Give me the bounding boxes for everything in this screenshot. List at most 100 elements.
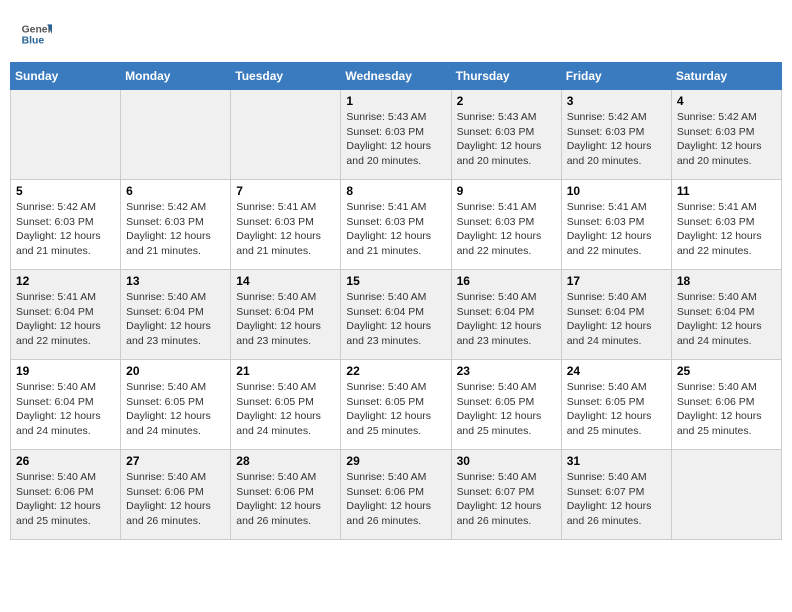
calendar-cell: 28 Sunrise: 5:40 AMSunset: 6:06 PMDayligh…: [231, 450, 341, 540]
day-number: 27: [126, 454, 225, 468]
column-header-sunday: Sunday: [11, 63, 121, 90]
day-number: 15: [346, 274, 445, 288]
calendar-cell: 14 Sunrise: 5:40 AMSunset: 6:04 PMDayligh…: [231, 270, 341, 360]
logo: General Blue: [20, 18, 56, 50]
calendar-cell: 30Sunrise: 5:40 AMSunset: 6:07 PMDayligh…: [451, 450, 561, 540]
calendar-cell: 23Sunrise: 5:40 AMSunset: 6:05 PMDayligh…: [451, 360, 561, 450]
column-header-monday: Monday: [121, 63, 231, 90]
day-info: Sunrise: 5:40 AMSunset: 6:05 PMDaylight:…: [126, 380, 225, 439]
day-info: Sunrise: 5:40 AMSunset: 6:07 PMDaylight:…: [567, 470, 666, 529]
calendar-cell: 13 Sunrise: 5:40 AMSunset: 6:04 PMDayligh…: [121, 270, 231, 360]
calendar-cell: 5 Sunrise: 5:42 AMSunset: 6:03 PMDaylight…: [11, 180, 121, 270]
calendar-cell: 20 Sunrise: 5:40 AMSunset: 6:05 PMDayligh…: [121, 360, 231, 450]
day-info: Sunrise: 5:40 AMSunset: 6:06 PMDaylight:…: [236, 470, 335, 529]
day-info: Sunrise: 5:41 AMSunset: 6:03 PMDaylight:…: [236, 200, 335, 259]
calendar-cell: 2Sunrise: 5:43 AMSunset: 6:03 PMDaylight…: [451, 90, 561, 180]
calendar-cell: [671, 450, 781, 540]
day-number: 22: [346, 364, 445, 378]
day-info: Sunrise: 5:40 AMSunset: 6:04 PMDaylight:…: [457, 290, 556, 349]
calendar-cell: 21 Sunrise: 5:40 AMSunset: 6:05 PMDayligh…: [231, 360, 341, 450]
calendar-cell: 7 Sunrise: 5:41 AMSunset: 6:03 PMDaylight…: [231, 180, 341, 270]
day-number: 1: [346, 94, 445, 108]
calendar-cell: 4 Sunrise: 5:42 AMSunset: 6:03 PMDaylight…: [671, 90, 781, 180]
day-number: 9: [457, 184, 556, 198]
day-info: Sunrise: 5:40 AMSunset: 6:06 PMDaylight:…: [346, 470, 445, 529]
calendar-cell: 3 Sunrise: 5:42 AMSunset: 6:03 PMDaylight…: [561, 90, 671, 180]
day-number: 7: [236, 184, 335, 198]
calendar-cell: 25 Sunrise: 5:40 AMSunset: 6:06 PMDayligh…: [671, 360, 781, 450]
day-number: 19: [16, 364, 115, 378]
calendar-cell: 29Sunrise: 5:40 AMSunset: 6:06 PMDayligh…: [341, 450, 451, 540]
calendar-cell: 16 Sunrise: 5:40 AMSunset: 6:04 PMDayligh…: [451, 270, 561, 360]
day-info: Sunrise: 5:40 AMSunset: 6:07 PMDaylight:…: [457, 470, 556, 529]
day-info: Sunrise: 5:40 AMSunset: 6:05 PMDaylight:…: [236, 380, 335, 439]
calendar-cell: 27 Sunrise: 5:40 AMSunset: 6:06 PMDayligh…: [121, 450, 231, 540]
day-number: 25: [677, 364, 776, 378]
day-number: 24: [567, 364, 666, 378]
day-number: 18: [677, 274, 776, 288]
day-number: 16: [457, 274, 556, 288]
day-info: Sunrise: 5:41 AMSunset: 6:03 PMDaylight:…: [677, 200, 776, 259]
calendar-cell: 12 Sunrise: 5:41 AMSunset: 6:04 PMDayligh…: [11, 270, 121, 360]
day-info: Sunrise: 5:42 AMSunset: 6:03 PMDaylight:…: [677, 110, 776, 169]
day-info: Sunrise: 5:43 AMSunset: 6:03 PMDaylight:…: [346, 110, 445, 169]
calendar-cell: 15 Sunrise: 5:40 AMSunset: 6:04 PMDayligh…: [341, 270, 451, 360]
day-info: Sunrise: 5:40 AMSunset: 6:04 PMDaylight:…: [126, 290, 225, 349]
calendar-week-row: 19 Sunrise: 5:40 AMSunset: 6:04 PMDayligh…: [11, 360, 782, 450]
day-info: Sunrise: 5:40 AMSunset: 6:04 PMDaylight:…: [16, 380, 115, 439]
day-number: 4: [677, 94, 776, 108]
svg-text:Blue: Blue: [22, 36, 45, 47]
day-number: 3: [567, 94, 666, 108]
calendar-table: SundayMondayTuesdayWednesdayThursdayFrid…: [10, 62, 782, 540]
day-info: Sunrise: 5:42 AMSunset: 6:03 PMDaylight:…: [16, 200, 115, 259]
day-number: 12: [16, 274, 115, 288]
day-info: Sunrise: 5:40 AMSunset: 6:05 PMDaylight:…: [457, 380, 556, 439]
day-info: Sunrise: 5:41 AMSunset: 6:04 PMDaylight:…: [16, 290, 115, 349]
calendar-cell: [11, 90, 121, 180]
day-number: 20: [126, 364, 225, 378]
day-number: 8: [346, 184, 445, 198]
column-header-friday: Friday: [561, 63, 671, 90]
day-info: Sunrise: 5:42 AMSunset: 6:03 PMDaylight:…: [126, 200, 225, 259]
calendar-cell: 8Sunrise: 5:41 AMSunset: 6:03 PMDaylight…: [341, 180, 451, 270]
day-info: Sunrise: 5:40 AMSunset: 6:04 PMDaylight:…: [346, 290, 445, 349]
day-info: Sunrise: 5:40 AMSunset: 6:05 PMDaylight:…: [567, 380, 666, 439]
day-info: Sunrise: 5:40 AMSunset: 6:06 PMDaylight:…: [126, 470, 225, 529]
calendar-cell: 26Sunrise: 5:40 AMSunset: 6:06 PMDayligh…: [11, 450, 121, 540]
column-header-thursday: Thursday: [451, 63, 561, 90]
day-info: Sunrise: 5:40 AMSunset: 6:04 PMDaylight:…: [677, 290, 776, 349]
day-number: 21: [236, 364, 335, 378]
calendar-cell: 18 Sunrise: 5:40 AMSunset: 6:04 PMDayligh…: [671, 270, 781, 360]
calendar-cell: 24 Sunrise: 5:40 AMSunset: 6:05 PMDayligh…: [561, 360, 671, 450]
day-number: 10: [567, 184, 666, 198]
day-info: Sunrise: 5:40 AMSunset: 6:06 PMDaylight:…: [677, 380, 776, 439]
calendar-cell: 31Sunrise: 5:40 AMSunset: 6:07 PMDayligh…: [561, 450, 671, 540]
day-info: Sunrise: 5:43 AMSunset: 6:03 PMDaylight:…: [457, 110, 556, 169]
day-info: Sunrise: 5:40 AMSunset: 6:04 PMDaylight:…: [236, 290, 335, 349]
day-info: Sunrise: 5:40 AMSunset: 6:04 PMDaylight:…: [567, 290, 666, 349]
day-number: 5: [16, 184, 115, 198]
calendar-week-row: 26Sunrise: 5:40 AMSunset: 6:06 PMDayligh…: [11, 450, 782, 540]
day-info: Sunrise: 5:40 AMSunset: 6:06 PMDaylight:…: [16, 470, 115, 529]
logo-icon: General Blue: [20, 18, 52, 50]
day-number: 28: [236, 454, 335, 468]
day-number: 14: [236, 274, 335, 288]
day-number: 6: [126, 184, 225, 198]
calendar-cell: 19 Sunrise: 5:40 AMSunset: 6:04 PMDayligh…: [11, 360, 121, 450]
day-number: 17: [567, 274, 666, 288]
page-header: General Blue: [10, 10, 782, 54]
day-info: Sunrise: 5:41 AMSunset: 6:03 PMDaylight:…: [457, 200, 556, 259]
calendar-cell: [121, 90, 231, 180]
day-info: Sunrise: 5:42 AMSunset: 6:03 PMDaylight:…: [567, 110, 666, 169]
calendar-cell: 10 Sunrise: 5:41 AMSunset: 6:03 PMDayligh…: [561, 180, 671, 270]
column-header-saturday: Saturday: [671, 63, 781, 90]
calendar-cell: 11 Sunrise: 5:41 AMSunset: 6:03 PMDayligh…: [671, 180, 781, 270]
svg-text:General: General: [22, 24, 52, 35]
calendar-cell: 6 Sunrise: 5:42 AMSunset: 6:03 PMDaylight…: [121, 180, 231, 270]
calendar-week-row: 12 Sunrise: 5:41 AMSunset: 6:04 PMDayligh…: [11, 270, 782, 360]
day-number: 11: [677, 184, 776, 198]
day-number: 13: [126, 274, 225, 288]
calendar-week-row: 1 Sunrise: 5:43 AMSunset: 6:03 PMDaylight…: [11, 90, 782, 180]
day-info: Sunrise: 5:41 AMSunset: 6:03 PMDaylight:…: [567, 200, 666, 259]
calendar-cell: 1 Sunrise: 5:43 AMSunset: 6:03 PMDaylight…: [341, 90, 451, 180]
